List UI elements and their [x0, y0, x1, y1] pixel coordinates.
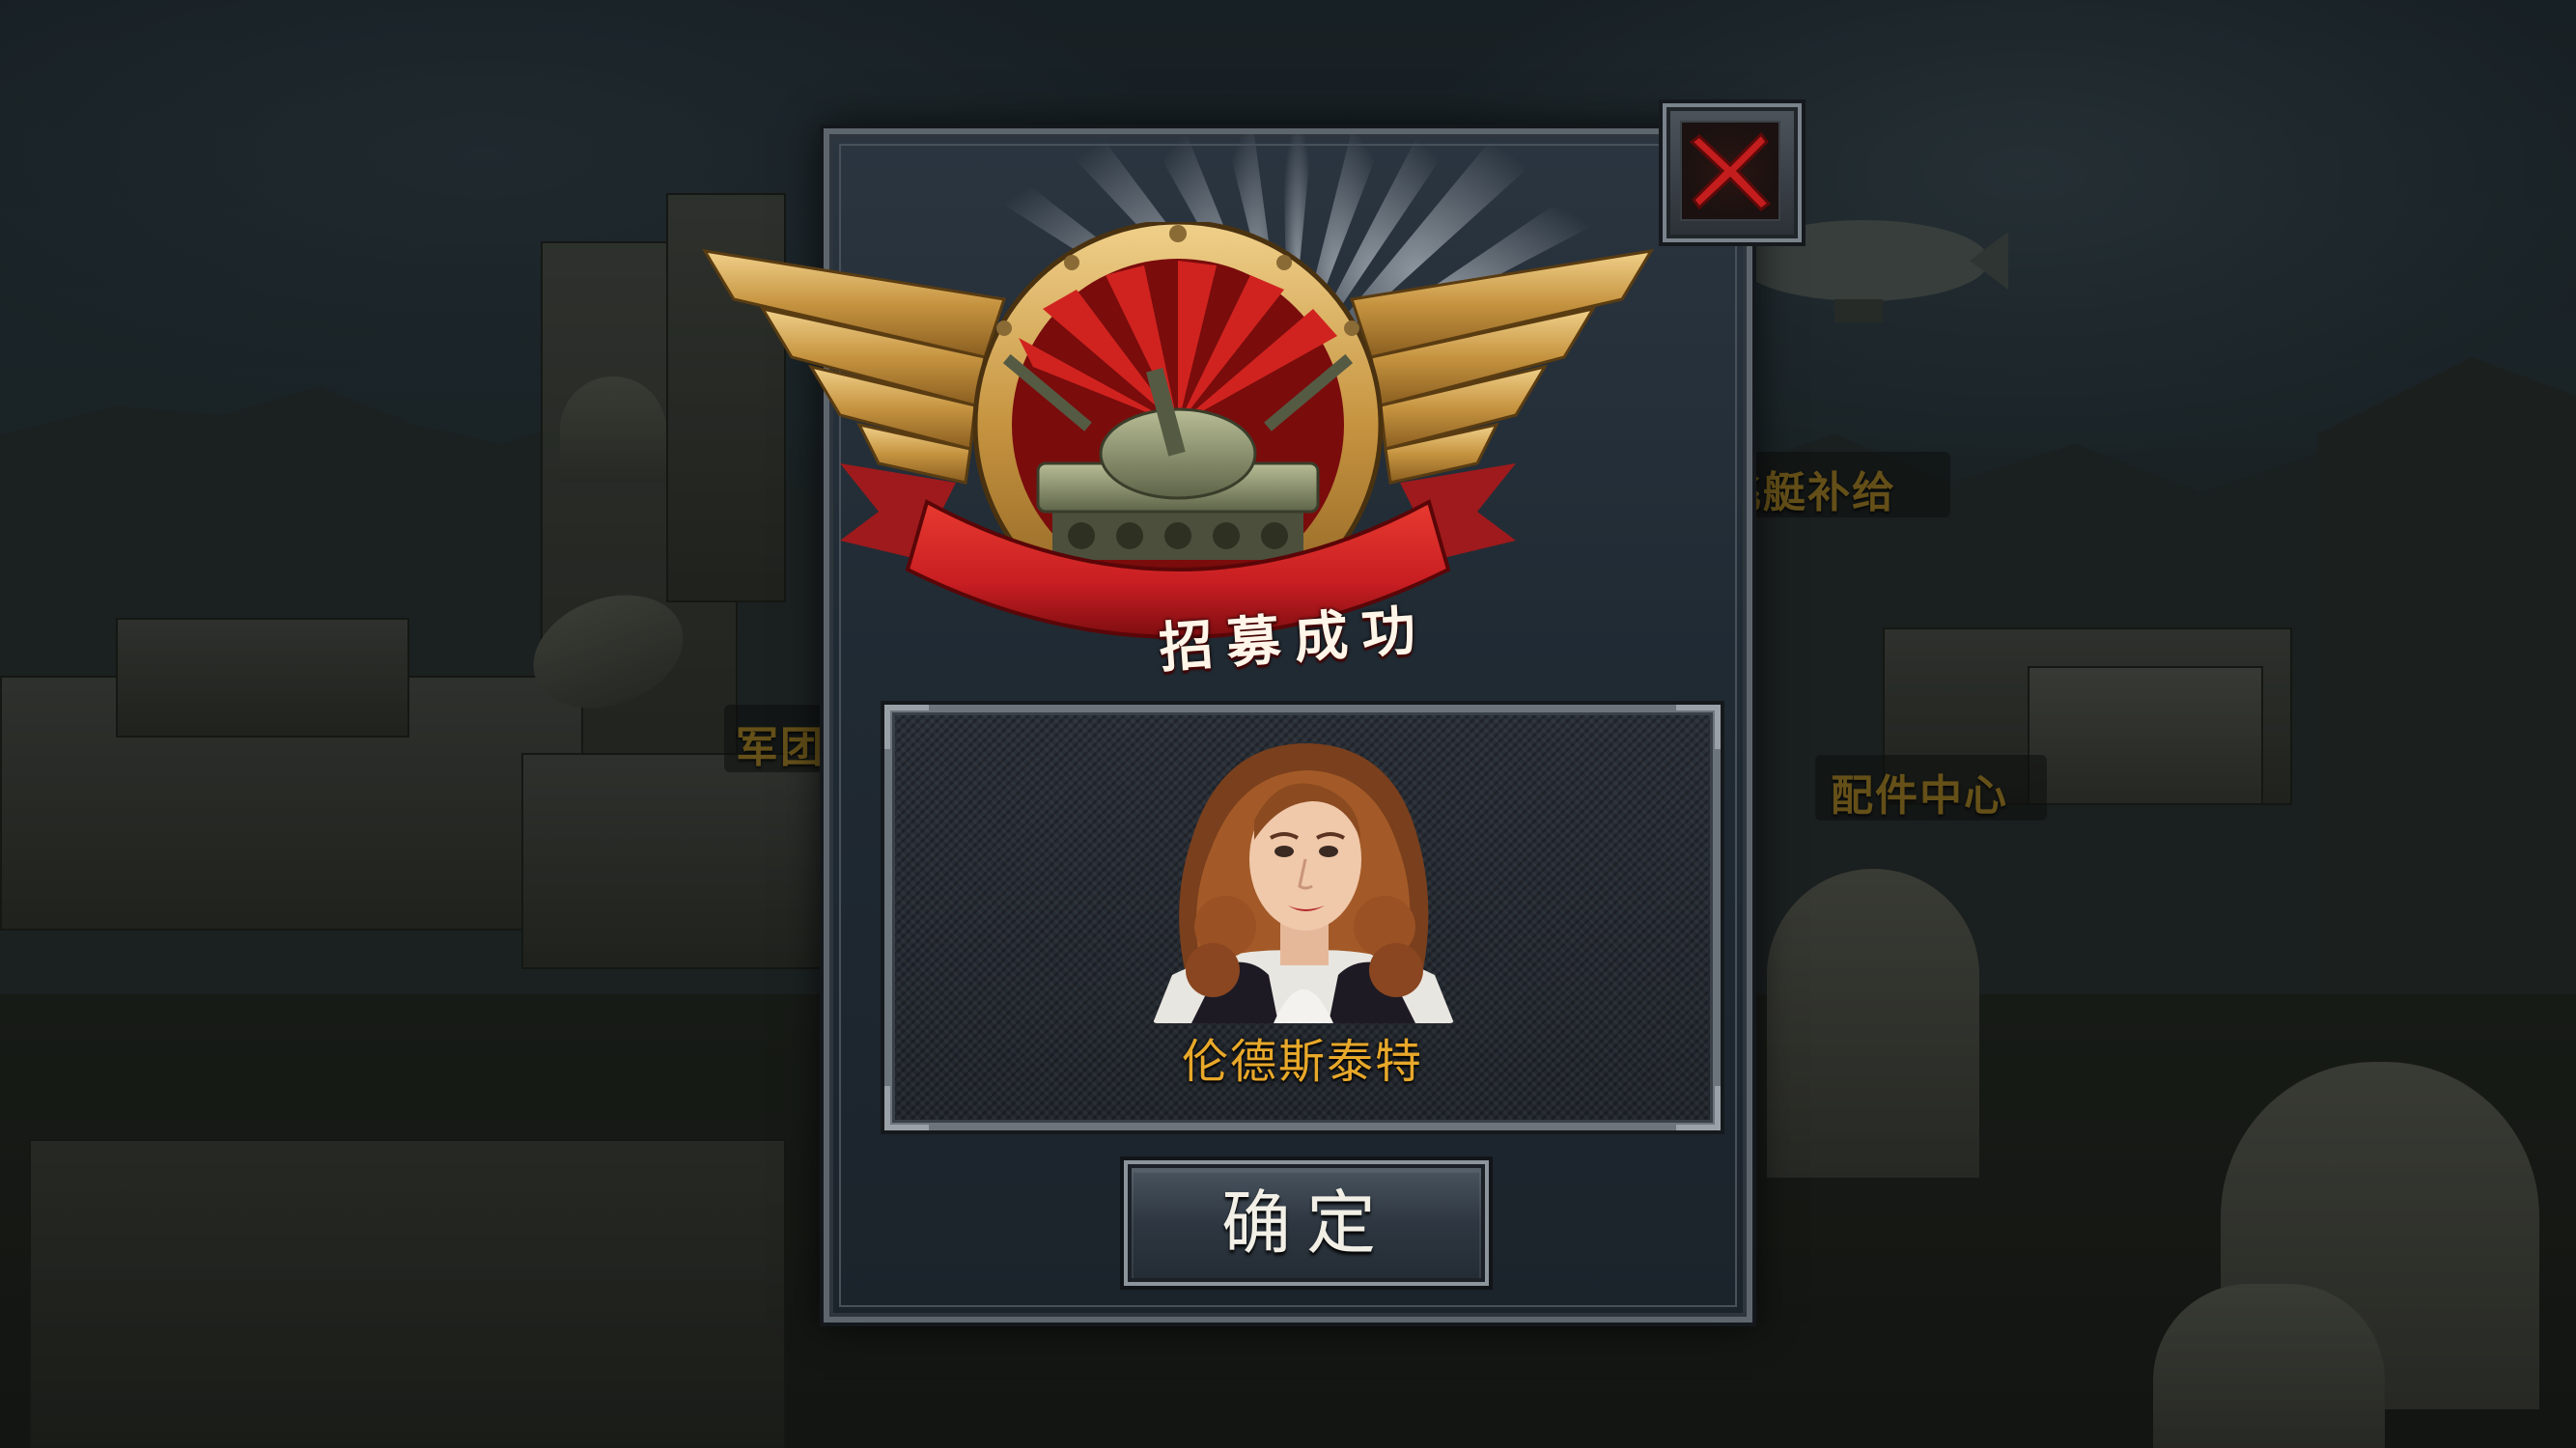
close-x-icon — [1689, 131, 1772, 211]
close-button[interactable] — [1663, 103, 1802, 242]
character-name: 伦德斯泰特 — [1181, 1035, 1423, 1089]
right-wing — [1350, 249, 1654, 485]
card-corner — [1676, 1086, 1721, 1130]
character-card: 伦德斯泰特 — [884, 705, 1721, 1130]
portrait-image — [1153, 743, 1454, 1023]
left-wing — [702, 249, 1006, 485]
close-button-inner — [1680, 121, 1780, 221]
card-corner — [884, 705, 929, 749]
card-corner — [884, 1086, 929, 1130]
confirm-button[interactable]: 确定 — [1124, 1160, 1489, 1286]
confirm-button-label: 确定 — [1220, 1183, 1391, 1264]
character-portrait — [1153, 734, 1454, 1023]
card-corner — [1676, 705, 1721, 749]
